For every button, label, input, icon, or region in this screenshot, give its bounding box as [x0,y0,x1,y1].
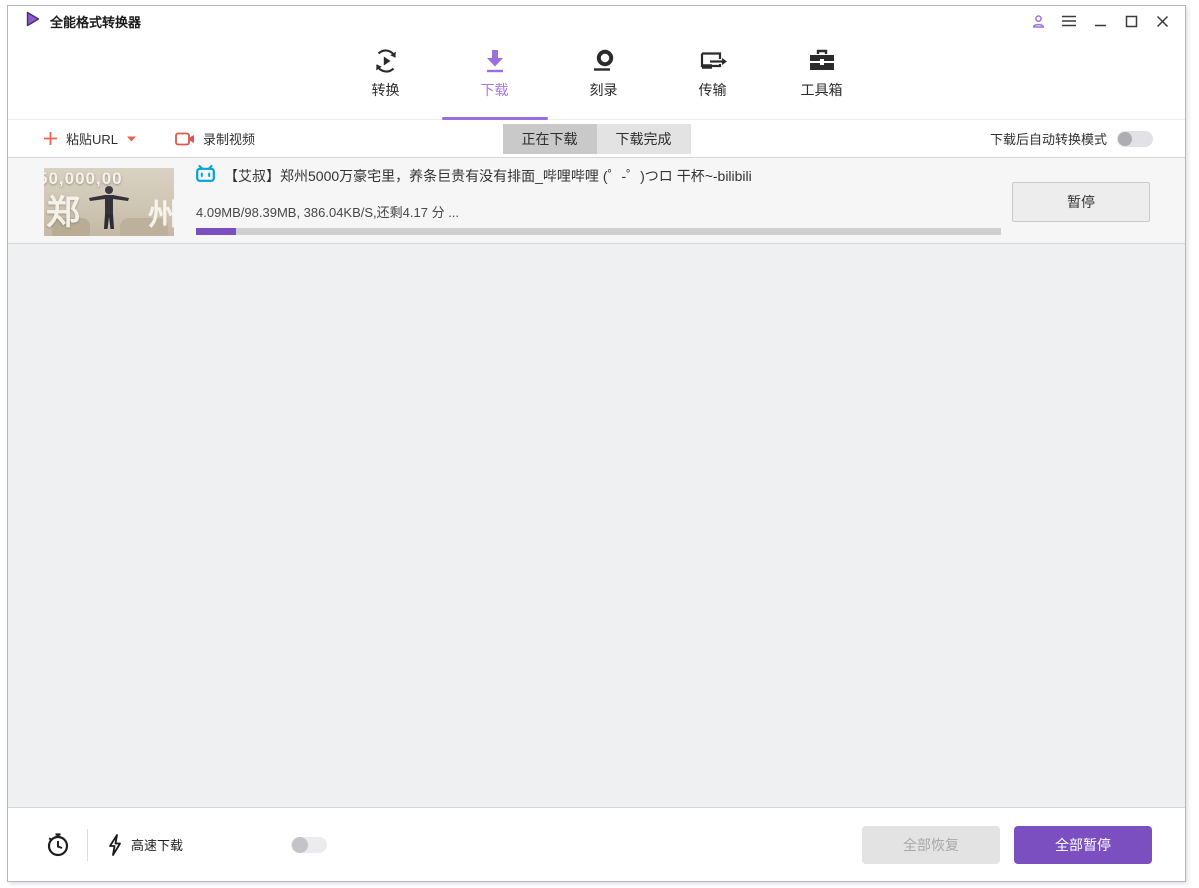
tab-convert[interactable]: 转换 [333,36,439,119]
download-toolbar: 粘贴URL 录制视频 正在下载 下载完成 下载后自动转换模式 [8,120,1185,158]
nav-label: 转换 [371,82,400,98]
high-speed-toggle[interactable] [291,836,328,853]
thumbnail-figure [87,184,131,235]
nav-label: 下载 [480,82,509,98]
nav-label: 传输 [698,82,727,98]
toggle-knob [292,836,309,853]
burn-disc-icon [590,45,618,77]
tab-toolbox[interactable]: 工具箱 [769,36,875,119]
app-title: 全能格式转换器 [50,14,142,30]
download-list-area [8,244,1185,807]
download-item-row: 50,000,00 郑 州 【艾叔】郑州5000万豪宅里，养条巨贵有没有排面_哔… [8,158,1185,244]
thumbnail-caption: 郑 [46,194,80,232]
title-bar: 全能格式转换器 [8,6,1185,36]
toolbox-icon [807,45,837,77]
footer-bar: 高速下载 全部恢复 全部暂停 [8,807,1185,881]
progress-fill [196,228,237,235]
paste-url-button[interactable]: 粘贴URL [43,129,137,148]
maximize-button[interactable] [1120,10,1142,32]
auto-convert-label: 下载后自动转换模式 [989,132,1107,147]
tab-downloading[interactable]: 正在下载 [502,124,597,154]
app-window: 全能格式转换器 转换 下载 刻录 传输 工具箱 粘贴URL 录制视频 正在下载 … [7,5,1186,882]
schedule-icon[interactable] [45,831,71,858]
bilibili-icon [196,165,215,187]
menu-icon[interactable] [1058,10,1080,32]
progress-bar [196,228,1001,235]
thumbnail-caption: 州 [148,190,174,234]
lightning-icon [108,833,122,856]
account-icon[interactable] [1027,10,1049,32]
nav-label: 工具箱 [800,82,843,98]
convert-icon [372,45,400,77]
download-filter-tabs: 正在下载 下载完成 [502,124,691,154]
transfer-icon [698,45,728,77]
tab-transfer[interactable]: 传输 [660,36,766,119]
download-title: 【艾叔】郑州5000万豪宅里，养条巨贵有没有排面_哔哩哔哩 (゜-゜)つロ 干杯… [224,168,752,184]
tab-download-complete[interactable]: 下载完成 [596,124,691,154]
minimize-button[interactable] [1089,10,1111,32]
app-logo-icon [25,11,41,32]
high-speed-label: 高速下载 [131,838,184,853]
caret-down-icon [127,136,137,141]
record-video-label: 录制视频 [203,132,256,147]
tab-burn[interactable]: 刻录 [551,36,657,119]
camera-icon [175,132,195,145]
auto-convert-toggle[interactable] [1117,130,1153,147]
nav-label: 刻录 [589,82,618,98]
paste-url-label: 粘贴URL [66,132,119,147]
resume-all-button[interactable]: 全部恢复 [862,825,1000,864]
record-video-button[interactable]: 录制视频 [175,129,255,148]
plus-icon [44,132,57,145]
divider [87,828,88,861]
video-thumbnail: 50,000,00 郑 州 [44,168,174,236]
toggle-knob [1118,131,1132,146]
main-nav: 转换 下载 刻录 传输 工具箱 [8,36,1185,120]
pause-button[interactable]: 暂停 [1012,182,1150,222]
pause-all-button[interactable]: 全部暂停 [1014,825,1152,864]
download-icon [482,45,508,77]
download-progress-text: 4.09MB/98.39MB, 386.04KB/S,还剩4.17 分 ... [196,205,460,220]
close-button[interactable] [1151,10,1173,32]
tab-download[interactable]: 下载 [441,36,548,120]
